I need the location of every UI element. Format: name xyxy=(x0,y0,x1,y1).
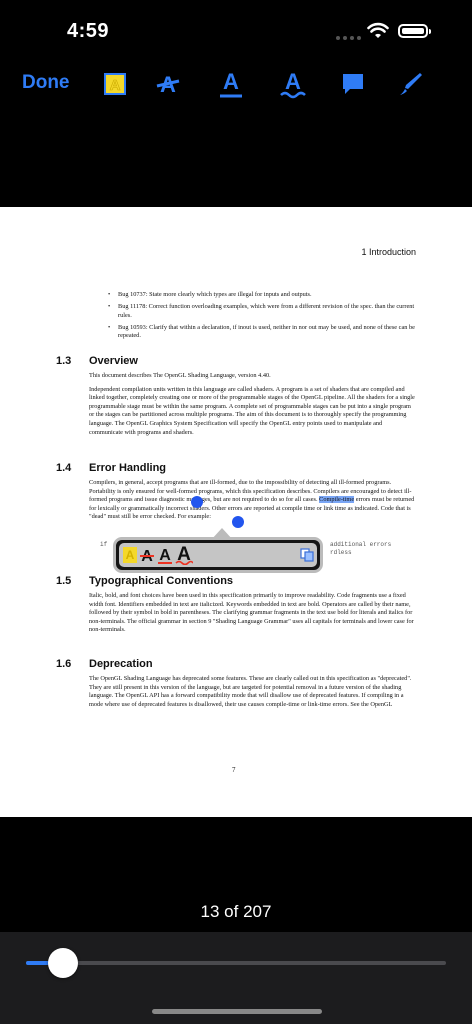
paragraph: This document describes The OpenGL Shadi… xyxy=(89,372,271,379)
section-overview: 1.3 Overview This document describes The … xyxy=(56,355,416,437)
pen-icon[interactable] xyxy=(396,68,426,100)
section-number: 1.3 xyxy=(56,355,72,367)
list-item: Bug 10593: Clarify that within a declara… xyxy=(108,324,418,341)
underline-icon[interactable]: A xyxy=(216,68,246,100)
done-button[interactable]: Done xyxy=(22,72,70,94)
section-typographical-conventions: 1.5 Typographical Conventions Italic, bol… xyxy=(56,575,416,635)
paragraph: The OpenGL Shading Language has deprecat… xyxy=(89,675,412,708)
home-indicator[interactable] xyxy=(152,1009,322,1014)
note-icon[interactable] xyxy=(338,68,368,100)
page-scrubber-track[interactable] xyxy=(26,961,446,965)
paragraph: Independent compilation units written in… xyxy=(89,385,415,436)
selected-text[interactable]: Compile-time xyxy=(319,496,355,504)
annotation-popup: A A A A xyxy=(113,528,323,573)
code-fragment: if xyxy=(100,541,108,548)
highlight-icon[interactable]: A xyxy=(123,547,137,563)
list-item: Bug 10737: State more clearly which type… xyxy=(108,291,418,300)
section-number: 1.4 xyxy=(56,462,72,474)
section-number: 1.5 xyxy=(56,575,72,587)
section-error-handling: 1.4 Error Handling Compilers, in general,… xyxy=(56,462,416,522)
section-title: Overview xyxy=(89,355,138,367)
svg-text:A: A xyxy=(110,77,121,94)
section-title: Deprecation xyxy=(89,658,153,670)
paragraph: Italic, bold, and font choices have been… xyxy=(89,592,414,634)
strikethrough-icon[interactable]: A xyxy=(153,68,183,100)
section-title: Typographical Conventions xyxy=(89,575,234,587)
paragraph: Compilers, in general, accept programs t… xyxy=(89,479,415,521)
page-scrubber-thumb[interactable] xyxy=(47,948,78,978)
document-page[interactable]: 1 Introduction Bug 10737: State more cle… xyxy=(0,207,472,817)
underline-icon[interactable]: A xyxy=(157,545,173,565)
clock: 4:59 xyxy=(67,20,110,42)
list-item: Bug 11178: Correct function overloading … xyxy=(108,303,418,320)
svg-text:A: A xyxy=(159,547,171,564)
cellular-signal-icon xyxy=(336,36,361,40)
highlight-icon[interactable]: A xyxy=(100,68,130,100)
section-deprecation: 1.6 Deprecation The OpenGL Shading Langua… xyxy=(56,658,416,709)
svg-text:A: A xyxy=(223,69,239,94)
copy-icon[interactable] xyxy=(299,547,315,563)
bug-fix-list: Bug 10737: State more clearly which type… xyxy=(108,291,418,344)
annotation-toolbar: Done A A A A xyxy=(0,62,472,106)
selection-start-handle[interactable] xyxy=(191,496,203,508)
strikethrough-icon[interactable]: A xyxy=(139,545,155,565)
squiggly-underline-icon[interactable]: A xyxy=(175,543,193,565)
status-bar: 4:59 xyxy=(0,0,472,60)
battery-icon xyxy=(398,24,431,38)
running-head: 1 Introduction xyxy=(361,247,416,257)
svg-text:A: A xyxy=(285,69,301,94)
section-number: 1.6 xyxy=(56,658,72,670)
selection-end-handle[interactable] xyxy=(232,516,244,528)
popup-pointer xyxy=(211,528,233,540)
page-number: 7 xyxy=(232,766,236,774)
code-fragment: additional errors rdless xyxy=(330,541,392,556)
wifi-icon xyxy=(367,22,389,38)
page-count: 13 of 207 xyxy=(200,902,272,921)
section-title: Error Handling xyxy=(89,462,167,474)
squiggly-underline-icon[interactable]: A xyxy=(278,68,308,100)
